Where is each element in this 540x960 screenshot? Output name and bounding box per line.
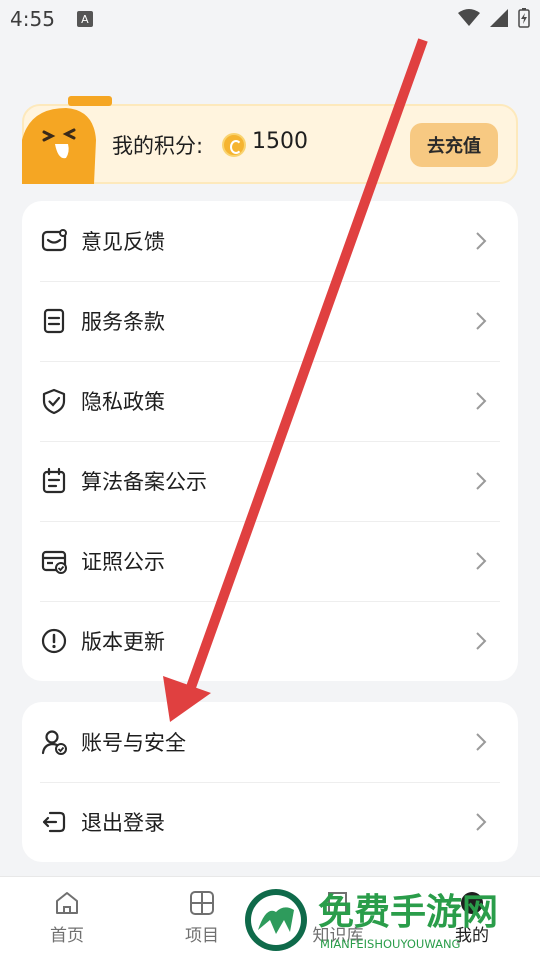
annotation-arrow-icon bbox=[163, 38, 428, 722]
